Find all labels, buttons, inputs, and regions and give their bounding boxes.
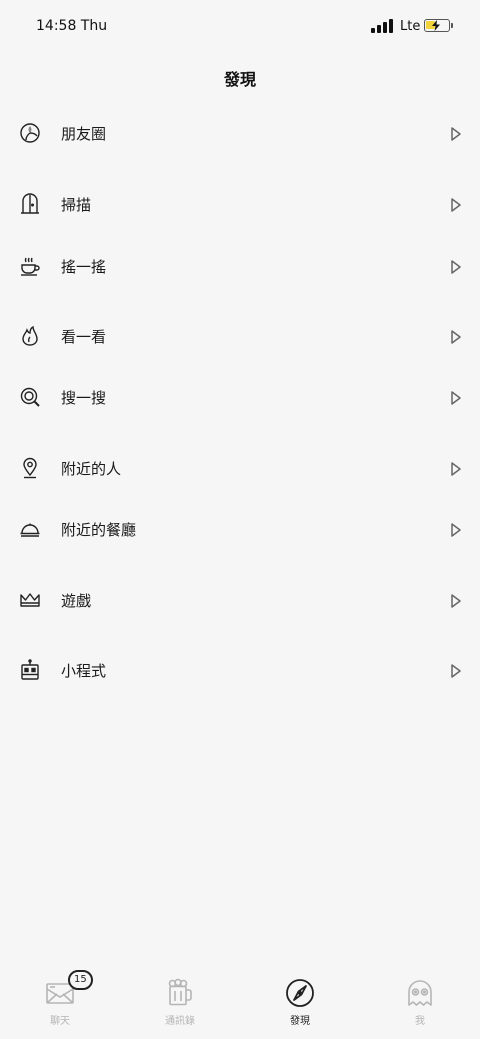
menu-item-label: 掃描 [61,196,92,214]
page-title: 發現 [223,70,256,89]
menu-item-label: 朋友圈 [61,125,107,143]
tab-label: 聊天 [50,1016,70,1027]
menu-item-moments[interactable]: 朋友圈 [0,109,480,157]
chevron-right-icon [450,390,462,405]
coffee-cup-icon [18,254,42,278]
moments-icon [18,121,42,145]
tab-me[interactable]: 我 [360,965,480,1039]
menu-item-search[interactable]: 搜一搜 [0,373,480,421]
tab-contacts[interactable]: 通訊錄 [120,965,240,1039]
menu-item-restaurants-nearby[interactable]: 附近的餐廳 [0,505,480,553]
status-time: 14:58 Thu [36,18,108,34]
signal-icon [371,19,393,33]
tab-chats[interactable]: 15 聊天 [0,965,120,1039]
chevron-right-icon [450,663,462,678]
menu-item-shake[interactable]: 搖一搖 [0,242,480,290]
network-type: Lte [400,19,421,34]
menu-item-label: 看一看 [61,328,107,346]
status-bar: 14:58 Thu Lte [0,0,480,54]
menu-item-label: 搜一搜 [61,389,107,407]
beer-mug-icon [164,977,196,1009]
tab-bar: 15 聊天 通訊錄 發現 我 [0,965,480,1039]
cloche-icon [18,517,42,541]
unread-badge: 15 [68,970,93,990]
menu-item-label: 搖一搖 [61,258,107,276]
menu-item-mini-programs[interactable]: 小程式 [0,646,480,694]
menu-item-scan[interactable]: 掃描 [0,180,480,228]
search-icon [18,385,42,409]
menu-item-label: 附近的餐廳 [61,521,137,539]
chevron-right-icon [450,259,462,274]
chevron-right-icon [450,593,462,608]
menu-item-games[interactable]: 遊戲 [0,576,480,624]
chevron-right-icon [450,522,462,537]
robot-icon [18,658,42,682]
battery-icon [424,19,453,32]
chevron-right-icon [450,461,462,476]
chevron-right-icon [450,197,462,212]
menu-item-look[interactable]: 看一看 [0,312,480,360]
tab-discover[interactable]: 發現 [240,965,360,1039]
menu-item-people-nearby[interactable]: 附近的人 [0,444,480,492]
door-icon [18,192,42,216]
flame-icon [18,324,42,348]
ghost-icon [404,977,436,1009]
chevron-right-icon [450,329,462,344]
crown-icon [18,588,42,612]
compass-icon [284,977,316,1009]
chevron-right-icon [450,126,462,141]
menu-item-label: 遊戲 [61,592,92,610]
menu-item-label: 附近的人 [61,460,122,478]
tab-label: 發現 [290,1016,310,1027]
tab-label: 通訊錄 [165,1016,195,1027]
location-pin-icon [18,456,42,480]
tab-label: 我 [415,1016,425,1027]
menu-item-label: 小程式 [61,662,107,680]
